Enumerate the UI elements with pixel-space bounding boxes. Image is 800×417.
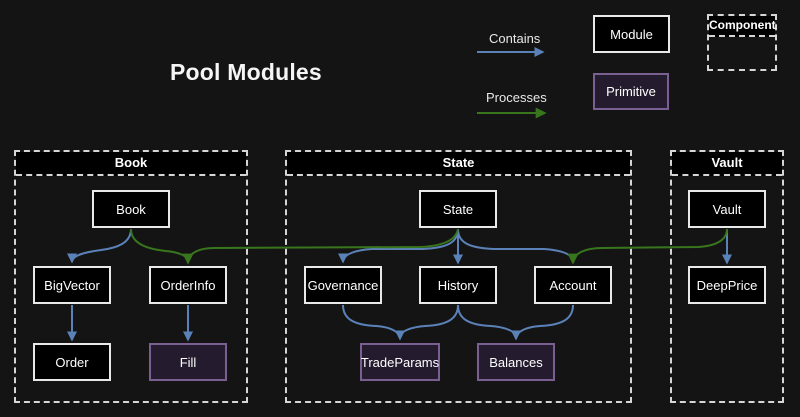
legend-component-box: Component bbox=[707, 14, 777, 71]
node-order: Order bbox=[33, 343, 111, 381]
legend-processes-label: Processes bbox=[486, 90, 547, 105]
node-history: History bbox=[419, 266, 497, 304]
legend-module-box: Module bbox=[593, 15, 670, 53]
node-book: Book bbox=[92, 190, 170, 228]
node-deepprice: DeepPrice bbox=[688, 266, 766, 304]
node-governance: Governance bbox=[304, 266, 382, 304]
node-bigvector: BigVector bbox=[33, 266, 111, 304]
legend-contains-label: Contains bbox=[489, 31, 540, 46]
legend-component-label: Component bbox=[709, 16, 775, 37]
node-fill: Fill bbox=[149, 343, 227, 381]
container-state-header: State bbox=[287, 152, 630, 176]
node-balances: Balances bbox=[477, 343, 555, 381]
node-account: Account bbox=[534, 266, 612, 304]
node-state: State bbox=[419, 190, 497, 228]
page-title: Pool Modules bbox=[170, 59, 322, 86]
legend-primitive-box: Primitive bbox=[593, 73, 669, 110]
container-book-header: Book bbox=[16, 152, 246, 176]
node-vault: Vault bbox=[688, 190, 766, 228]
node-orderinfo: OrderInfo bbox=[149, 266, 227, 304]
container-vault-header: Vault bbox=[672, 152, 782, 176]
node-tradeparams: TradeParams bbox=[360, 343, 440, 381]
diagram-page: { "title": "Pool Modules", "legend": { "… bbox=[0, 0, 800, 417]
